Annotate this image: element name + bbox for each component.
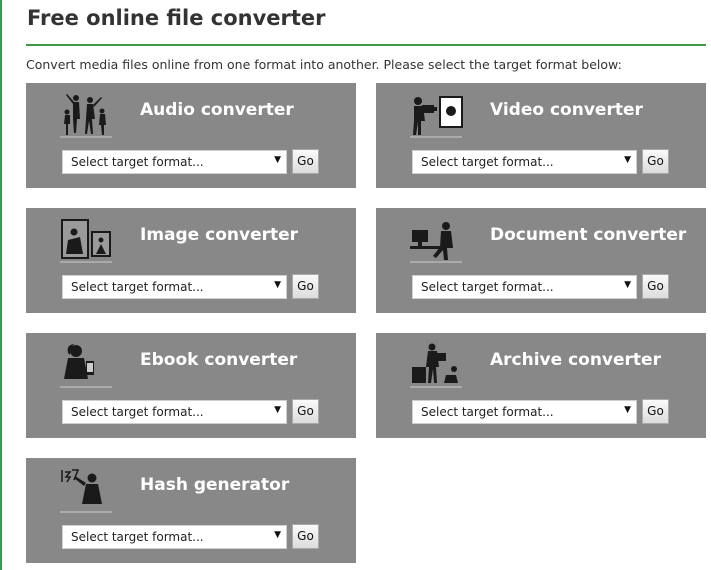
card-title: Document converter: [490, 225, 687, 245]
desk-computer-icon: [410, 222, 462, 263]
chevron-down-icon: ▼: [274, 155, 281, 165]
chevron-down-icon: ▼: [274, 280, 281, 290]
video-target-format-select[interactable]: Select target format... ▼: [412, 150, 637, 174]
card-title: Archive converter: [490, 350, 661, 370]
document-go-button[interactable]: Go: [642, 274, 669, 299]
picture-frames-icon: [60, 219, 112, 263]
audio-go-button[interactable]: Go: [292, 149, 319, 174]
chevron-down-icon: ▼: [624, 405, 631, 415]
archive-box-icon: [410, 343, 462, 388]
page-title: Free online file converter: [27, 6, 326, 30]
chevron-down-icon: ▼: [274, 405, 281, 415]
ebook-reader-icon: [60, 344, 112, 388]
chevron-down-icon: ▼: [624, 280, 631, 290]
intro-text: Convert media files online from one form…: [26, 57, 622, 72]
audio-converter-card: Audio converter Select target format... …: [26, 83, 356, 188]
card-title: Video converter: [490, 100, 643, 120]
document-target-format-select[interactable]: Select target format... ▼: [412, 275, 637, 299]
ebook-converter-card: Ebook converter Select target format... …: [26, 333, 356, 438]
ebook-go-button[interactable]: Go: [292, 399, 319, 424]
video-camera-icon: [410, 96, 463, 138]
card-title: Audio converter: [140, 100, 294, 120]
image-go-button[interactable]: Go: [292, 274, 319, 299]
card-title: Image converter: [140, 225, 299, 245]
page-left-border: [0, 0, 2, 570]
dancers-icon: [60, 94, 112, 138]
select-placeholder: Select target format...: [71, 280, 204, 294]
select-placeholder: Select target format...: [421, 280, 554, 294]
select-placeholder: Select target format...: [71, 405, 204, 419]
audio-target-format-select[interactable]: Select target format... ▼: [62, 150, 287, 174]
archive-target-format-select[interactable]: Select target format... ▼: [412, 400, 637, 424]
hash-target-format-select[interactable]: Select target format... ▼: [62, 525, 287, 549]
chevron-down-icon: ▼: [274, 530, 281, 540]
select-placeholder: Select target format...: [421, 405, 554, 419]
document-converter-card: Document converter Select target format.…: [376, 208, 706, 313]
title-divider: [26, 44, 706, 46]
image-converter-card: Image converter Select target format... …: [26, 208, 356, 313]
card-title: Ebook converter: [140, 350, 298, 370]
hash-generator-card: Hash generator Select target format... ▼…: [26, 458, 356, 563]
card-title: Hash generator: [140, 475, 290, 495]
hash-go-button[interactable]: Go: [292, 524, 319, 549]
select-placeholder: Select target format...: [71, 530, 204, 544]
archive-converter-card: Archive converter Select target format..…: [376, 333, 706, 438]
ebook-target-format-select[interactable]: Select target format... ▼: [62, 400, 287, 424]
archive-go-button[interactable]: Go: [642, 399, 669, 424]
video-converter-card: Video converter Select target format... …: [376, 83, 706, 188]
video-go-button[interactable]: Go: [642, 149, 669, 174]
select-placeholder: Select target format...: [71, 155, 204, 169]
select-placeholder: Select target format...: [421, 155, 554, 169]
image-target-format-select[interactable]: Select target format... ▼: [62, 275, 287, 299]
chevron-down-icon: ▼: [624, 155, 631, 165]
hash-writer-icon: [60, 469, 112, 513]
